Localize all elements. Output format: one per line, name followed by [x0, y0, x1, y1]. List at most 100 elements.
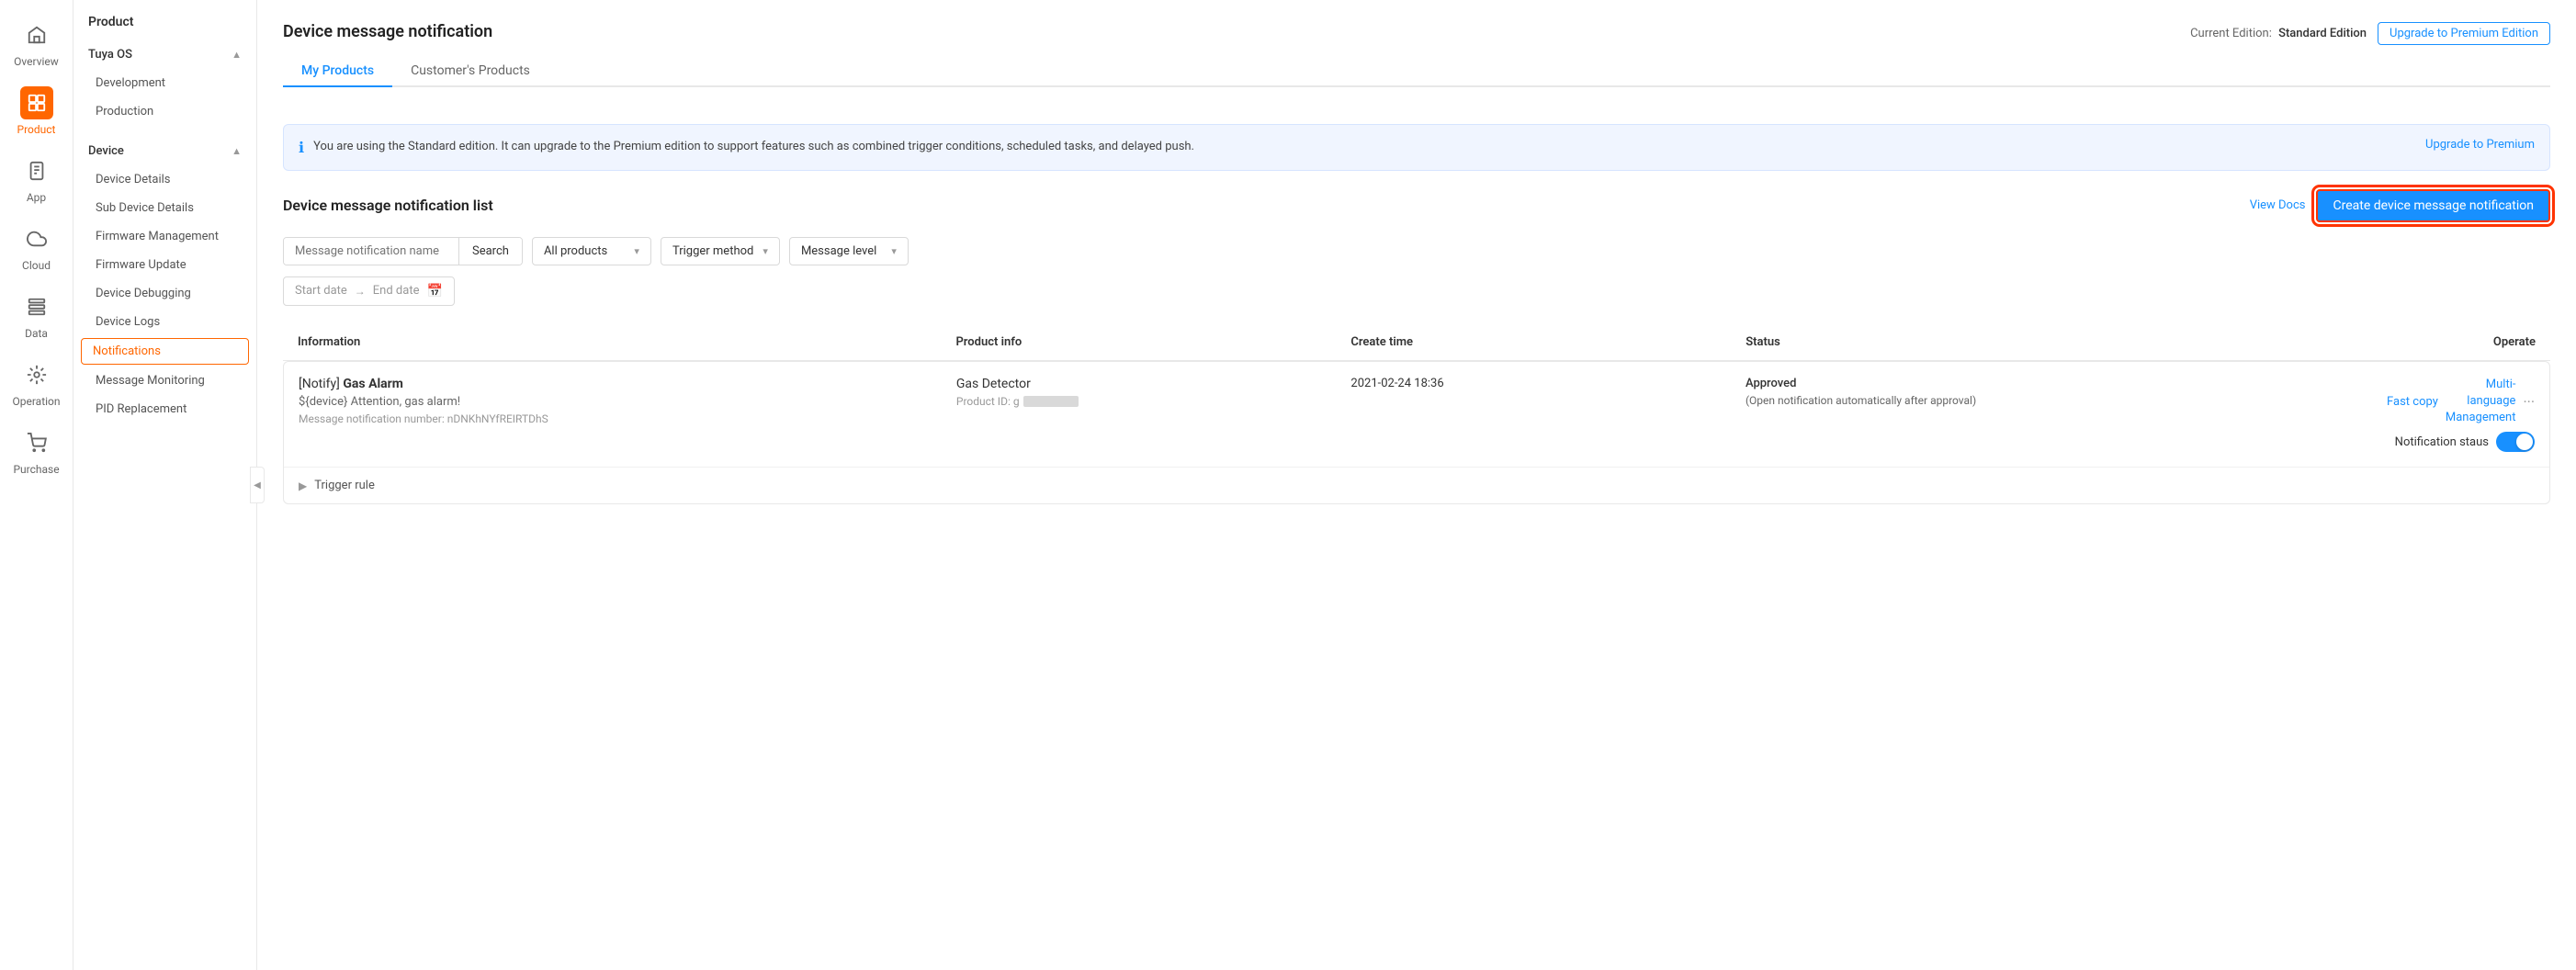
operate-cell: Fast copy Multi-languageManagement ··· N…	[2140, 377, 2535, 453]
list-section-title: Device message notification list	[283, 197, 493, 214]
sidebar-item-operation[interactable]: Operation	[0, 349, 73, 417]
filters-row: Search All products ▾ Trigger method ▾ M…	[283, 237, 2550, 265]
sidebar-item-purchase[interactable]: Purchase	[0, 417, 73, 485]
nav-group-tuya-os[interactable]: Tuya OS ▲	[73, 40, 256, 69]
product-id: Product ID: g	[956, 395, 1351, 408]
toggle-knob	[2516, 434, 2533, 450]
product-icon	[20, 86, 53, 119]
chevron-down-icon-3: ▾	[891, 245, 897, 257]
toggle-row: Notification staus	[2395, 432, 2535, 452]
product-info-cell: Gas Detector Product ID: g	[956, 377, 1351, 408]
create-notification-button[interactable]: Create device message notification	[2316, 189, 2550, 222]
notify-title: [Notify] Gas Alarm	[299, 377, 956, 391]
product-id-blur	[1023, 396, 1079, 407]
col-status: Status	[1746, 335, 2141, 349]
nav-item-device-details[interactable]: Device Details	[73, 165, 256, 194]
search-button[interactable]: Search	[458, 238, 522, 265]
sidebar-item-cloud[interactable]: Cloud	[0, 213, 73, 281]
notification-info-cell: [Notify] Gas Alarm ${device} Attention, …	[299, 377, 956, 425]
create-time-cell: 2021-02-24 18:36	[1350, 377, 1746, 390]
toggle-label: Notification staus	[2395, 435, 2489, 449]
list-section-header: Device message notification list View Do…	[283, 189, 2550, 222]
nav-group-device-label: Device	[88, 144, 124, 158]
sidebar-label-data: Data	[25, 327, 48, 340]
col-create-time: Create time	[1350, 335, 1746, 349]
sidebar-label-overview: Overview	[14, 55, 59, 68]
nav-panel-title: Product	[73, 15, 256, 40]
fast-copy-link[interactable]: Fast copy	[2387, 395, 2438, 409]
col-product-info: Product info	[955, 335, 1350, 349]
trigger-chevron-right-icon: ▶	[299, 479, 307, 492]
date-range-picker[interactable]: Start date → End date 📅	[283, 276, 455, 306]
current-edition-label: Current Edition: Standard Edition	[2190, 27, 2367, 40]
sidebar-label-product: Product	[17, 123, 56, 136]
sidebar-item-data[interactable]: Data	[0, 281, 73, 349]
start-date-label: Start date	[295, 284, 347, 298]
table-header: Information Product info Create time Sta…	[283, 324, 2550, 361]
message-level-dropdown[interactable]: Message level ▾	[789, 237, 909, 265]
purchase-icon	[20, 426, 53, 459]
nav-item-notifications[interactable]: Notifications	[81, 338, 249, 365]
col-operate: Operate	[2141, 335, 2536, 349]
status-approved: Approved	[1746, 377, 2141, 390]
nav-item-pid-replacement[interactable]: PID Replacement	[73, 395, 256, 423]
nav-item-production[interactable]: Production	[73, 97, 256, 126]
notification-name-filter: Search	[283, 237, 523, 265]
info-banner: ℹ You are using the Standard edition. It…	[283, 124, 2550, 171]
notification-status-toggle[interactable]	[2496, 432, 2535, 452]
nav-item-device-debugging[interactable]: Device Debugging	[73, 279, 256, 308]
sidebar-label-cloud: Cloud	[22, 259, 51, 272]
tab-customers-products[interactable]: Customer's Products	[392, 56, 548, 87]
status-cell: Approved (Open notification automaticall…	[1746, 377, 2141, 407]
nav-item-device-logs[interactable]: Device Logs	[73, 308, 256, 336]
info-banner-text: You are using the Standard edition. It c…	[313, 138, 2416, 157]
cloud-icon	[20, 222, 53, 255]
more-options-icon[interactable]: ···	[2523, 393, 2535, 411]
calendar-icon: 📅	[426, 284, 442, 299]
notification-name-input[interactable]	[284, 238, 458, 265]
trigger-rule-row[interactable]: ▶ Trigger rule	[284, 467, 2549, 503]
date-filter-row: Start date → End date 📅	[283, 276, 2550, 306]
end-date-label: End date	[373, 284, 420, 298]
app-icon	[20, 154, 53, 187]
trigger-method-dropdown[interactable]: Trigger method ▾	[661, 237, 780, 265]
sidebar-label-operation: Operation	[12, 395, 60, 408]
multi-language-link[interactable]: Multi-languageManagement	[2446, 377, 2516, 427]
sidebar-label-app: App	[27, 191, 46, 204]
upgrade-to-premium-link[interactable]: Upgrade to Premium	[2425, 138, 2535, 152]
collapse-sidebar-button[interactable]: ◀	[250, 467, 265, 503]
view-docs-link[interactable]: View Docs	[2250, 198, 2306, 212]
sidebar-item-app[interactable]: App	[0, 145, 73, 213]
nav-item-development[interactable]: Development	[73, 69, 256, 97]
icon-sidebar: Overview Product	[0, 0, 73, 970]
col-information: Information	[298, 335, 955, 349]
chevron-down-icon-2: ▾	[763, 245, 768, 257]
info-icon: ℹ	[299, 139, 304, 156]
notify-number: Message notification number: nDNKhNYfREI…	[299, 412, 956, 425]
notify-template: ${device} Attention, gas alarm!	[299, 395, 956, 409]
operation-icon	[20, 358, 53, 391]
nav-item-sub-device-details[interactable]: Sub Device Details	[73, 194, 256, 222]
sidebar-item-product[interactable]: Product	[0, 77, 73, 145]
home-icon	[20, 18, 53, 51]
nav-panel: Product Tuya OS ▲ Development Production…	[73, 0, 257, 970]
table-row-main: [Notify] Gas Alarm ${device} Attention, …	[284, 362, 2549, 468]
product-name: Gas Detector	[956, 377, 1351, 391]
operate-links: Fast copy Multi-languageManagement ···	[2387, 377, 2535, 427]
chevron-up-icon-2: ▲	[232, 145, 242, 157]
upgrade-to-premium-button[interactable]: Upgrade to Premium Edition	[2378, 22, 2550, 45]
nav-item-firmware-update[interactable]: Firmware Update	[73, 251, 256, 279]
sidebar-item-overview[interactable]: Overview	[0, 9, 73, 77]
chevron-down-icon: ▾	[634, 245, 639, 257]
table-row: [Notify] Gas Alarm ${device} Attention, …	[283, 361, 2550, 505]
trigger-rule-label: Trigger rule	[314, 479, 375, 492]
sidebar-label-purchase: Purchase	[13, 463, 59, 476]
nav-item-message-monitoring[interactable]: Message Monitoring	[73, 367, 256, 395]
section-actions: View Docs Create device message notifica…	[2250, 189, 2550, 222]
tab-my-products[interactable]: My Products	[283, 56, 392, 87]
edition-bar: Current Edition: Standard Edition Upgrad…	[2190, 22, 2550, 45]
nav-item-firmware-management[interactable]: Firmware Management	[73, 222, 256, 251]
all-products-dropdown[interactable]: All products ▾	[532, 237, 651, 265]
date-arrow-icon: →	[355, 285, 366, 298]
nav-group-device[interactable]: Device ▲	[73, 137, 256, 165]
